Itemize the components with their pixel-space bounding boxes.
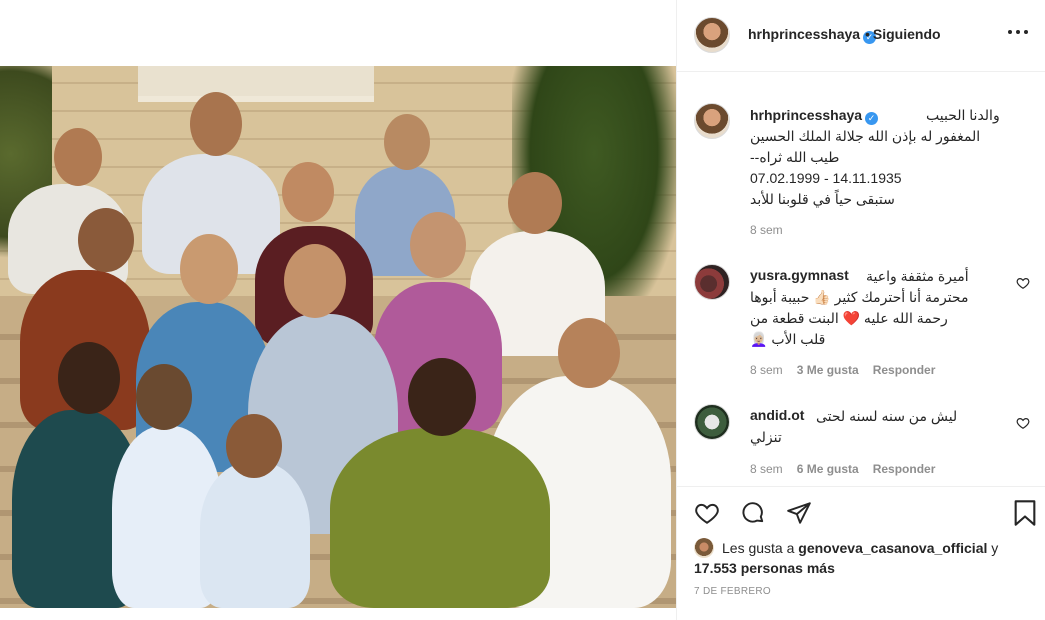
caption-author-avatar[interactable] [694,103,730,139]
post-header: hrhprincesshaya ✓ • Siguiendo [677,0,1045,72]
liker-username[interactable]: genoveva_casanova_official [798,540,987,556]
photo-person-head [508,172,562,234]
comment-heart-icon[interactable] [1016,416,1030,430]
actions-divider [677,486,1045,487]
photo-person-head [180,234,238,304]
comment-meta: 8 sem 6 Me gusta Responder [750,462,949,476]
author-username[interactable]: hrhprincesshaya ✓ [748,26,877,44]
more-options-icon[interactable] [1008,30,1028,36]
heart-icon[interactable] [691,497,723,529]
photo-person-head [136,364,192,430]
likes-count[interactable]: 17.553 personas más [694,560,835,576]
follow-separator: • [865,26,870,42]
comment-reply-button[interactable]: Responder [873,363,936,377]
photo-person-head [558,318,620,388]
photo-person-head [78,208,134,272]
photo-person-head [410,212,466,278]
photo-person-head [190,92,242,156]
comment-timestamp[interactable]: 8 sem [750,363,783,377]
caption-author-username[interactable]: hrhprincesshaya ✓ [750,107,879,125]
comment-line: محترمة أنا أحترمك كثير 👍🏻 حبيبة أبوها [750,289,969,305]
caption-line: المغفور له بإذن الله جلالة الملك الحسين [750,128,981,144]
post-photo[interactable] [0,66,676,608]
commenter-avatar[interactable] [694,264,730,300]
photo-person [200,462,310,608]
commenter-username[interactable]: andid.ot [750,407,804,423]
share-icon[interactable] [783,497,815,529]
follow-status[interactable]: • Siguiendo [862,26,941,44]
caption-timestamp[interactable]: 8 sem [750,223,783,237]
post-media-pane [0,0,676,620]
photo-person-head [284,244,346,318]
commenter-username[interactable]: yusra.gymnast [750,267,849,283]
photo-person-head [282,162,334,222]
photo-person-head [54,128,102,186]
caption-line: ستبقى حياً في قلوبنا للأبد [750,191,895,207]
comment-line: قلب الأب 👩🏼‍🦳 [750,331,826,347]
bookmark-icon[interactable] [1009,497,1041,529]
caption-line: طيب الله ثراه-- [750,149,840,165]
commenter-avatar[interactable] [694,404,730,440]
liker-avatar[interactable] [694,538,714,558]
likes-conj: y [991,540,999,556]
comment-heart-icon[interactable] [1016,276,1030,290]
comment-likes-count[interactable]: 3 Me gusta [797,363,859,377]
author-username-text[interactable]: hrhprincesshaya [748,26,860,42]
comment-reply-button[interactable]: Responder [873,462,936,476]
photo-person-head [408,358,476,436]
photo-person-head [226,414,282,478]
post-actions-bar [677,497,1045,531]
post-date[interactable]: 7 DE FEBRERO [694,586,771,597]
caption-username-text[interactable]: hrhprincesshaya [750,107,862,123]
post-side-panel: hrhprincesshaya ✓ • Siguiendo والدنا الحبي… [676,0,1045,620]
photo-person-head [384,114,430,170]
following-button[interactable]: Siguiendo [873,26,941,42]
photo-window [138,66,374,102]
comment-line: رحمة الله عليه ❤️ البنت قطعة من [750,310,948,326]
likes-summary: Les gusta a genoveva_casanova_official y… [694,538,1034,578]
comment-line: تنزلي [750,429,782,445]
photo-person-head [58,342,120,414]
comment-icon[interactable] [737,497,769,529]
photo-person [330,428,550,608]
caption-line: 14.11.1935 - 07.02.1999 [750,170,902,186]
likes-prefix: Les gusta a [722,540,795,556]
author-avatar[interactable] [694,17,730,53]
verified-badge-icon: ✓ [865,112,879,125]
comment-likes-count[interactable]: 6 Me gusta [797,462,859,476]
comment-meta: 8 sem 3 Me gusta Responder [750,363,949,377]
comment-timestamp[interactable]: 8 sem [750,462,783,476]
